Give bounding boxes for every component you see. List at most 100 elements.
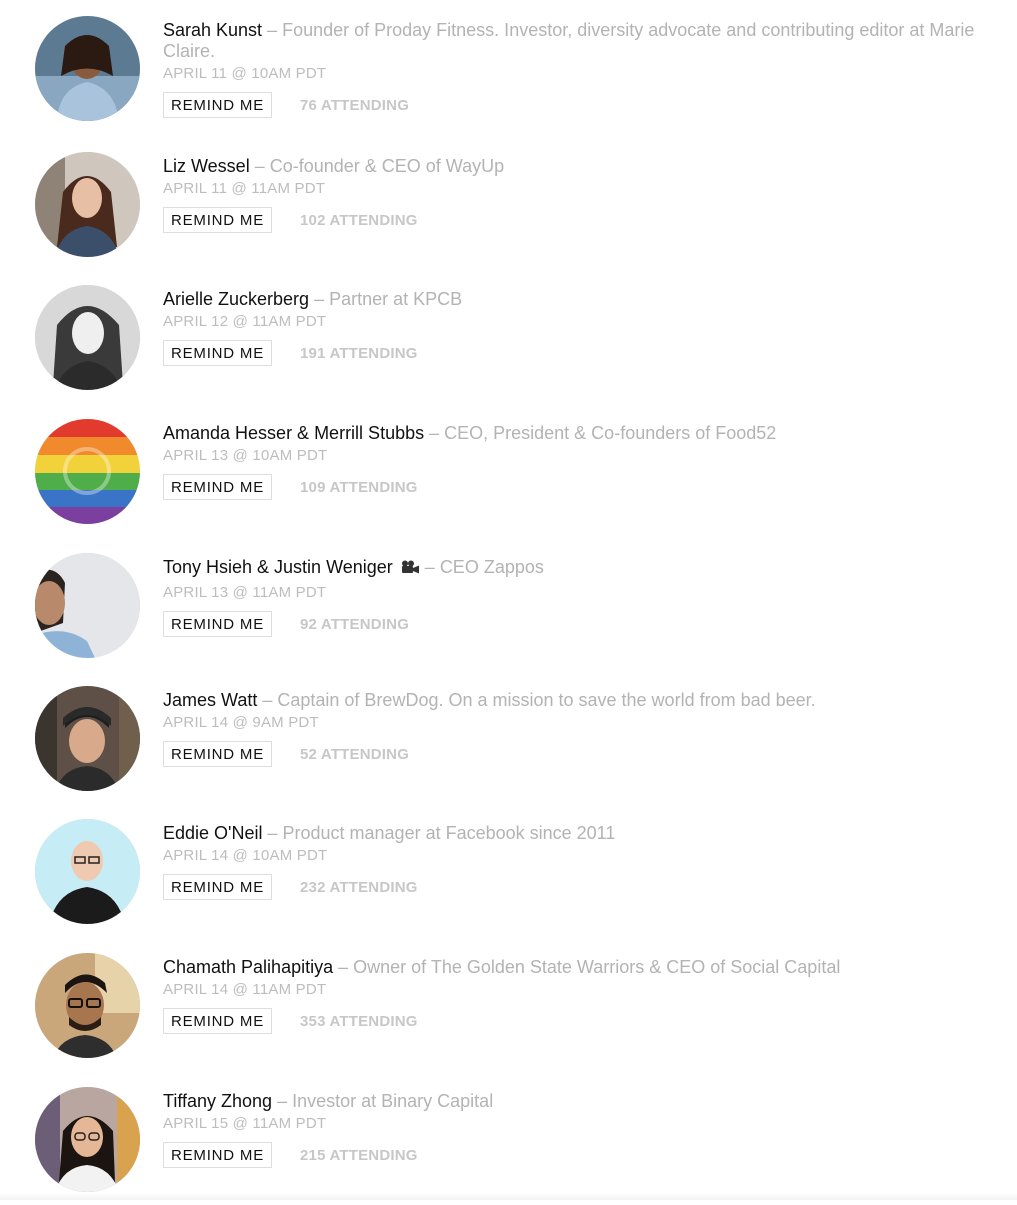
event-actions: REMIND ME 215 ATTENDING	[163, 1141, 998, 1169]
event-actions: REMIND ME 102 ATTENDING	[163, 206, 998, 234]
attending-count: 215 ATTENDING	[300, 1146, 418, 1164]
speaker-name: Amanda Hesser & Merrill Stubbs	[163, 423, 425, 443]
attending-count: 109 ATTENDING	[300, 478, 418, 496]
event-item: Amanda Hesser & Merrill Stubbs – CEO, Pr…	[0, 403, 1017, 537]
avatar-photo	[35, 953, 140, 1058]
event-date: APRIL 14 @ 10AM PDT	[163, 847, 328, 864]
event-date: APRIL 11 @ 11AM PDT	[163, 180, 326, 197]
event-item: Tiffany Zhong – Investor at Binary Capit…	[0, 1071, 1017, 1205]
event-item: James Watt – Captain of BrewDog. On a mi…	[0, 670, 1017, 804]
avatar-photo	[35, 1087, 140, 1192]
speaker-name: Tiffany Zhong	[163, 1091, 273, 1111]
bottom-edge	[0, 1193, 1017, 1200]
event-actions: REMIND ME 52 ATTENDING	[163, 740, 998, 768]
event-title: Tiffany Zhong – Investor at Binary Capit…	[163, 1091, 998, 1112]
event-content: Amanda Hesser & Merrill Stubbs – CEO, Pr…	[163, 423, 998, 501]
title-separator: –	[262, 823, 283, 843]
event-content: Eddie O'Neil – Product manager at Facebo…	[163, 823, 998, 901]
event-date: APRIL 11 @ 10AM PDT	[163, 65, 327, 82]
speaker-name: Eddie O'Neil	[163, 823, 263, 843]
event-date: APRIL 14 @ 9AM PDT	[163, 714, 319, 731]
event-actions: REMIND ME 109 ATTENDING	[163, 473, 998, 501]
speaker-avatar	[35, 419, 140, 524]
speaker-avatar	[35, 1087, 140, 1192]
remind-me-button[interactable]: REMIND ME	[163, 92, 272, 118]
attending-count: 102 ATTENDING	[300, 211, 418, 229]
speaker-name: Arielle Zuckerberg	[163, 289, 310, 309]
event-list: Sarah Kunst – Founder of Proday Fitness.…	[0, 0, 1017, 1200]
remind-me-button[interactable]: REMIND ME	[163, 611, 272, 637]
speaker-avatar	[35, 285, 140, 390]
event-title: James Watt – Captain of BrewDog. On a mi…	[163, 690, 998, 711]
remind-me-button[interactable]: REMIND ME	[163, 741, 272, 767]
speaker-description: CEO Zappos	[439, 557, 544, 577]
avatar-photo	[35, 553, 140, 658]
title-separator: –	[424, 423, 445, 443]
title-separator: –	[419, 557, 440, 577]
speaker-avatar	[35, 686, 140, 791]
speaker-avatar	[35, 553, 140, 658]
remind-me-button[interactable]: REMIND ME	[163, 874, 272, 900]
event-content: Tony Hsieh & Justin Weniger – CEO Zappos…	[163, 557, 998, 638]
event-actions: REMIND ME 353 ATTENDING	[163, 1007, 998, 1035]
speaker-description: Partner at KPCB	[329, 289, 463, 309]
speaker-name: Tony Hsieh & Justin Weniger	[163, 557, 393, 577]
event-title: Arielle Zuckerberg – Partner at KPCB	[163, 289, 998, 310]
event-title: Liz Wessel – Co-founder & CEO of WayUp	[163, 156, 998, 177]
title-separator: –	[262, 20, 283, 40]
event-item: Liz Wessel – Co-founder & CEO of WayUp A…	[0, 136, 1017, 270]
speaker-description: Investor at Binary Capital	[292, 1091, 494, 1111]
event-title: Sarah Kunst – Founder of Proday Fitness.…	[163, 20, 998, 62]
event-actions: REMIND ME 232 ATTENDING	[163, 873, 998, 901]
speaker-name: Liz Wessel	[163, 156, 250, 176]
event-date: APRIL 15 @ 11AM PDT	[163, 1115, 327, 1132]
title-separator: –	[309, 289, 330, 309]
event-title: Tony Hsieh & Justin Weniger – CEO Zappos	[163, 557, 998, 578]
speaker-description: Co-founder & CEO of WayUp	[269, 156, 505, 176]
event-item: Tony Hsieh & Justin Weniger – CEO Zappos…	[0, 537, 1017, 671]
attending-count: 191 ATTENDING	[300, 344, 418, 362]
speaker-avatar	[35, 152, 140, 257]
attending-count: 232 ATTENDING	[300, 878, 418, 896]
remind-me-button[interactable]: REMIND ME	[163, 340, 272, 366]
event-content: Liz Wessel – Co-founder & CEO of WayUp A…	[163, 156, 998, 234]
speaker-name: Chamath Palihapitiya	[163, 957, 334, 977]
attending-count: 52 ATTENDING	[300, 745, 410, 763]
event-date: APRIL 13 @ 11AM PDT	[163, 584, 327, 601]
event-date: APRIL 14 @ 11AM PDT	[163, 981, 327, 998]
title-separator: –	[257, 690, 278, 710]
event-content: Arielle Zuckerberg – Partner at KPCB APR…	[163, 289, 998, 367]
movie-camera-icon	[401, 560, 419, 574]
attending-count: 92 ATTENDING	[300, 615, 410, 633]
event-content: Tiffany Zhong – Investor at Binary Capit…	[163, 1091, 998, 1169]
event-title: Chamath Palihapitiya – Owner of The Gold…	[163, 957, 998, 978]
speaker-description: Captain of BrewDog. On a mission to save…	[277, 690, 816, 710]
event-item: Chamath Palihapitiya – Owner of The Gold…	[0, 937, 1017, 1071]
attending-count: 76 ATTENDING	[300, 96, 410, 114]
remind-me-button[interactable]: REMIND ME	[163, 207, 272, 233]
title-separator: –	[272, 1091, 293, 1111]
remind-me-button[interactable]: REMIND ME	[163, 474, 272, 500]
speaker-name: James Watt	[163, 690, 258, 710]
event-actions: REMIND ME 191 ATTENDING	[163, 339, 998, 367]
speaker-avatar	[35, 819, 140, 924]
event-title: Eddie O'Neil – Product manager at Facebo…	[163, 823, 998, 844]
event-date: APRIL 13 @ 10AM PDT	[163, 447, 328, 464]
event-content: Sarah Kunst – Founder of Proday Fitness.…	[163, 20, 998, 119]
remind-me-button[interactable]: REMIND ME	[163, 1142, 272, 1168]
speaker-description: Product manager at Facebook since 2011	[282, 823, 616, 843]
event-title: Amanda Hesser & Merrill Stubbs – CEO, Pr…	[163, 423, 998, 444]
avatar-photo	[35, 152, 140, 257]
speaker-name: Sarah Kunst	[163, 20, 263, 40]
speaker-description: Owner of The Golden State Warriors & CEO…	[353, 957, 841, 977]
remind-me-button[interactable]: REMIND ME	[163, 1008, 272, 1034]
event-content: Chamath Palihapitiya – Owner of The Gold…	[163, 957, 998, 1035]
event-item: Arielle Zuckerberg – Partner at KPCB APR…	[0, 269, 1017, 403]
avatar-photo	[35, 686, 140, 791]
avatar-photo	[35, 285, 140, 390]
avatar-photo	[35, 16, 140, 121]
speaker-avatar	[35, 16, 140, 121]
event-item: Eddie O'Neil – Product manager at Facebo…	[0, 803, 1017, 937]
event-item: Sarah Kunst – Founder of Proday Fitness.…	[0, 0, 1017, 134]
title-separator: –	[249, 156, 270, 176]
